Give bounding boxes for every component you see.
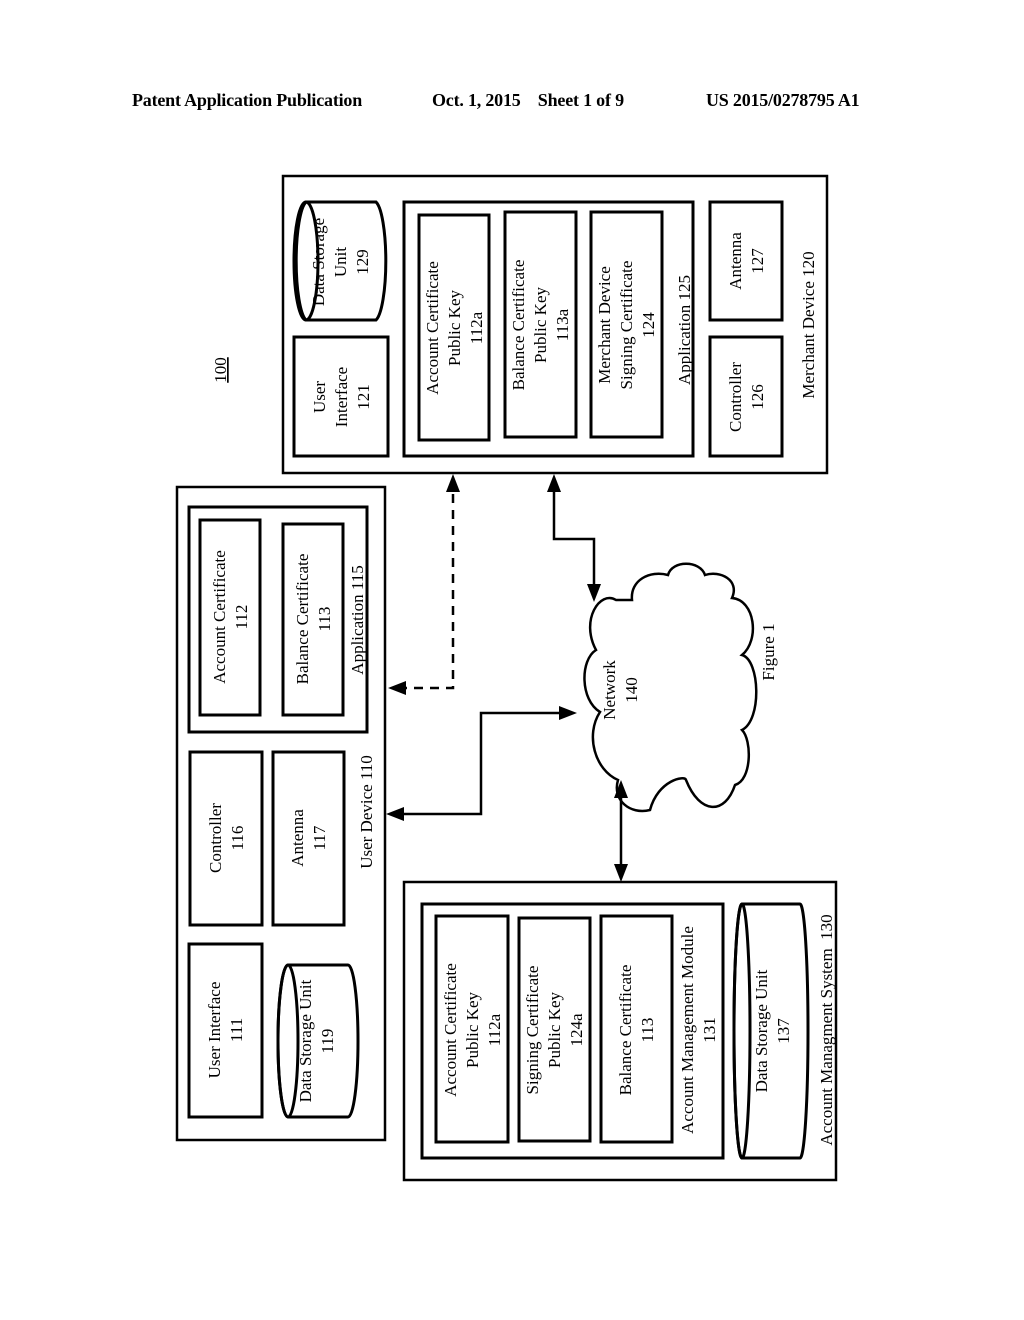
network-number: 140 — [622, 677, 641, 703]
label-line: Interface — [332, 367, 351, 427]
connector-user-network — [390, 711, 572, 816]
label-line: Controller — [206, 803, 225, 873]
arrow-head — [559, 706, 577, 720]
label-line: Balance Certificate — [293, 554, 312, 685]
merchant-device-title: Merchant Device 120 — [799, 251, 818, 398]
user-antenna-box — [271, 750, 346, 927]
label-line: User Interface — [205, 982, 224, 1079]
connector-merchant-network — [552, 478, 596, 597]
label-line: 116 — [228, 826, 247, 851]
label-line: Account Certificate — [423, 261, 442, 395]
label-line: Balance Certificate — [616, 965, 635, 1096]
user-application-title: Application 115 — [348, 565, 367, 674]
figure-1-diagram: 100 Merchant Device 120 User Interface 1… — [175, 174, 838, 1182]
label-line: Public Key — [445, 289, 464, 366]
label-line: Antenna — [726, 232, 745, 290]
label-line: Signing Certificate — [617, 261, 636, 390]
account-system-title: Account Managment System 130 — [817, 914, 836, 1145]
label-line: 124a — [567, 1013, 586, 1047]
label-line: 113 — [638, 1018, 657, 1043]
label-line: Public Key — [463, 991, 482, 1068]
account-data-storage-cylinder — [732, 902, 810, 1160]
label-line: Controller — [726, 362, 745, 432]
label-line: Unit — [331, 247, 350, 278]
label-line: 112a — [467, 311, 486, 344]
user-device-box: User Device 110 Application 115 Account … — [175, 485, 387, 1142]
label-line: Merchant Device — [595, 266, 614, 384]
arrow-head — [547, 474, 561, 492]
merchant-device-box: Merchant Device 120 User Interface 121 D… — [281, 174, 829, 475]
user-interface-box — [187, 942, 264, 1119]
label-line: Balance Certificate — [509, 260, 528, 391]
user-device-title: User Device 110 — [357, 755, 376, 869]
arrow-head — [614, 864, 628, 882]
label-line: 129 — [353, 249, 372, 275]
account-certificate-box — [198, 518, 262, 717]
label-line: Account Certificate — [441, 963, 460, 1097]
arrow-head — [388, 681, 406, 695]
merchant-antenna-box — [708, 200, 784, 322]
label-line: 112 — [232, 605, 251, 630]
figure-caption: Figure 1 — [759, 623, 778, 680]
label-line: Data Storage — [309, 218, 328, 306]
figure-ref-number: 100 — [211, 357, 230, 383]
label-line: Account Management Module — [678, 926, 697, 1134]
merchant-controller-box — [708, 335, 784, 458]
dashed-connector-user-merchant — [391, 478, 455, 690]
arrow-head — [386, 807, 404, 821]
label-line: 131 — [700, 1017, 719, 1043]
label-line: 127 — [748, 248, 767, 274]
user-controller-box — [188, 750, 264, 927]
label-line: 137 — [774, 1018, 793, 1044]
label-line: 113a — [553, 308, 572, 341]
label-line: Signing Certificate — [523, 966, 542, 1095]
balance-certificate-box-2 — [599, 914, 674, 1144]
network-label: Network — [600, 660, 619, 720]
label-line: 117 — [310, 825, 329, 850]
label-line: Antenna — [288, 809, 307, 867]
label-line: User — [310, 381, 329, 413]
label-line: Data Storage Unit — [752, 969, 771, 1092]
label-line: 124 — [639, 312, 658, 338]
label-line: 112a — [485, 1013, 504, 1046]
label-line: Public Key — [531, 286, 550, 363]
label-line: 126 — [748, 384, 767, 410]
label-line: 111 — [227, 1018, 246, 1042]
account-management-system-box: Account Managment System 130 Account Man… — [402, 880, 838, 1182]
balance-certificate-box — [281, 522, 345, 717]
label-line: 121 — [354, 384, 373, 410]
label-line: 119 — [318, 1029, 337, 1054]
label-line: Data Storage Unit — [296, 979, 315, 1102]
merchant-application-title: Application 125 — [675, 275, 694, 385]
label-line: Account Certificate — [210, 550, 229, 684]
label-line: Public Key — [545, 991, 564, 1068]
label-line: 113 — [315, 607, 334, 632]
arrow-head — [587, 584, 601, 602]
arrow-head — [446, 474, 460, 492]
